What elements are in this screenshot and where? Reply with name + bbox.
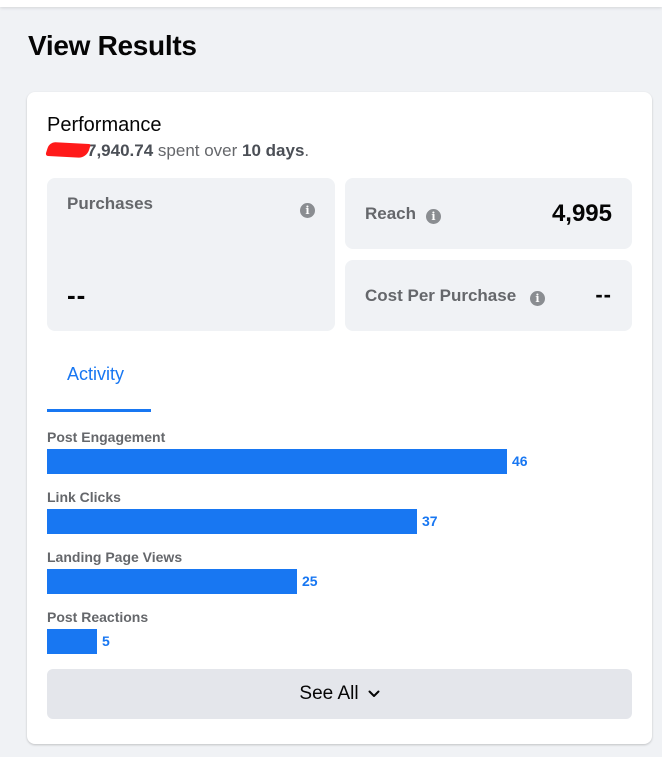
chevron-down-icon [368,690,380,697]
activity-row: Link Clicks 37 [47,489,637,549]
redaction-mark [45,141,91,159]
activity-label: Post Engagement [47,429,166,445]
page-title: View Results [28,30,197,61]
metric-label: Reach [365,204,417,223]
tab-label: Activity [67,364,125,384]
activity-bar [47,569,297,594]
activity-value: 5 [102,633,110,649]
tab-activity[interactable]: Activity [47,350,151,412]
performance-title: Performance [47,114,162,136]
results-card: Performance 7,940.74 spent over 10 days.… [27,92,652,744]
activity-row: Post Reactions 5 [47,609,637,669]
info-icon[interactable]: i [530,291,545,306]
bar-track: 37 [47,509,607,534]
amount-spent: 7,940.74 [87,141,154,160]
info-icon[interactable]: i [426,209,441,224]
spent-text: spent over [153,141,243,160]
metric-cost-per-purchase: Cost Per Purchase i -- [345,260,632,331]
activity-bar [47,449,507,474]
activity-value: 46 [512,453,528,469]
activity-label: Landing Page Views [47,549,183,565]
activity-row: Landing Page Views 25 [47,549,637,609]
see-all-button[interactable]: See All [47,669,632,719]
bar-track: 5 [47,629,607,654]
performance-summary: 7,940.74 spent over 10 days. [45,141,310,161]
top-bar [0,0,662,7]
metric-purchases: Purchases i -- [47,178,335,331]
bar-track: 46 [47,449,607,474]
metric-value: -- [67,280,87,310]
period: . [304,141,310,160]
metric-label: Purchases [67,194,153,213]
metric-reach: Reach i 4,995 [345,178,632,249]
bar-track: 25 [47,569,607,594]
activity-row: Post Engagement 46 [47,429,637,489]
see-all-label: See All [299,683,359,704]
activity-label: Post Reactions [47,609,149,625]
duration: 10 days [242,141,305,160]
metric-label: Cost Per Purchase [365,286,517,305]
activity-bar-list: Post Engagement 46 Link Clicks 37 Landin… [47,429,637,669]
metric-value: -- [595,282,612,307]
activity-bar [47,629,97,654]
activity-value: 25 [302,573,318,589]
active-tab-indicator [47,409,151,412]
activity-value: 37 [422,513,438,529]
activity-bar [47,509,417,534]
activity-label: Link Clicks [47,489,121,505]
metric-value: 4,995 [551,200,612,227]
info-icon[interactable]: i [300,203,315,218]
